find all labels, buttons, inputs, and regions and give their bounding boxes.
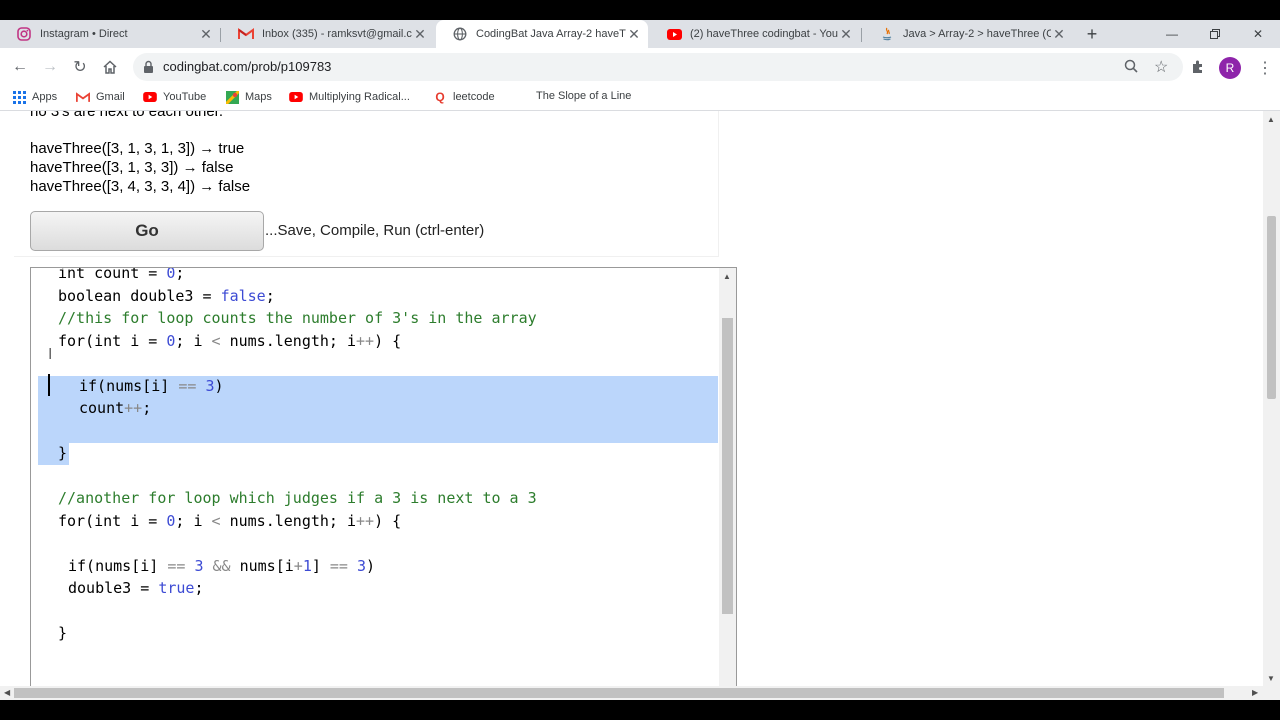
bookmark-label: The Slope of a Line [536,90,632,102]
scroll-up-icon[interactable]: ▲ [1267,115,1275,124]
code-line: for(int i = 0; i < nums.length; i++) { [58,332,402,350]
extensions-icon[interactable] [1191,59,1206,77]
leetcode-icon: Q [435,90,445,104]
bookmark-maps[interactable]: Maps [225,90,272,104]
page-vertical-scrollbar[interactable]: ▲ ▼ [1263,111,1280,686]
bookmark-leetcode[interactable]: Q leetcode [433,90,495,104]
code-line: if(nums[i] == 3) [79,377,224,395]
bookmark-youtube[interactable]: YouTube [143,90,206,104]
horizontal-scrollbar-thumb[interactable] [14,688,1224,698]
code-line: count++; [79,399,152,417]
close-icon[interactable]: ✕ [198,26,214,43]
gmail-icon [76,90,90,104]
back-icon[interactable]: ← [8,55,32,79]
bookmark-label: Maps [245,91,272,103]
code-comment: //this for loop counts the number of 3's… [58,309,537,327]
bookmark-label: Gmail [96,91,125,103]
tab-codingbat[interactable]: CodingBat Java Array-2 haveTh ✕ [436,20,648,48]
bookmark-label: leetcode [453,91,495,103]
bookmark-label: YouTube [163,91,207,103]
globe-icon [452,26,468,42]
example-line: haveThree([3, 4, 3, 3, 4]) → false [30,178,251,195]
bookmarks-bar: Apps Gmail YouTube Maps Multiplying Radi… [0,86,1280,111]
page-horizontal-scrollbar[interactable]: ◀ ▶ [0,686,1280,700]
close-icon[interactable]: ✕ [412,26,428,43]
page-scrollbar-thumb[interactable] [1267,216,1276,399]
gmail-icon [238,26,254,42]
code-comment: //another for loop which judges if a 3 i… [58,489,537,507]
screen-top-bar [0,0,1280,20]
editor-scrollbar[interactable]: ▲ [719,268,736,686]
close-icon[interactable]: ✕ [838,26,854,43]
new-tab-button[interactable]: + [1082,20,1102,48]
tab-instagram[interactable]: Instagram • Direct ✕ [0,20,220,48]
java-icon [879,26,895,42]
bookmark-label: Multiplying Radical... [309,91,410,103]
tab-gmail[interactable]: Inbox (335) - ramksvt@gmail.c ✕ [222,20,434,48]
tab-youtube[interactable]: (2) haveThree codingbat - YouT ✕ [650,20,860,48]
tab-label: Java > Array-2 > haveThree (C [903,28,1051,40]
close-icon[interactable]: ✕ [1051,26,1067,43]
scroll-down-icon[interactable]: ▼ [1267,674,1275,683]
instagram-icon [16,26,32,42]
page-content: no 3's are next to each other. haveThree… [0,111,1280,686]
tab-divider [861,28,862,42]
bookmark-gmail[interactable]: Gmail [76,90,125,104]
scroll-right-icon[interactable]: ▶ [1252,688,1258,697]
code-line: } [58,624,68,642]
minimize-icon[interactable]: — [1150,20,1194,48]
bookmark-apps[interactable]: Apps [12,90,57,104]
menu-kebab-icon[interactable]: ⋮ [1257,58,1273,78]
close-window-icon[interactable]: ✕ [1236,20,1280,48]
editor-scrollbar-thumb[interactable] [722,318,733,614]
text-cursor-icon: I [48,346,53,363]
forward-icon[interactable]: → [38,55,62,79]
example-line: haveThree([3, 1, 3, 3]) → false [30,159,234,176]
scroll-up-icon[interactable]: ▲ [723,272,731,281]
lock-icon [143,60,154,74]
home-icon[interactable] [98,55,122,79]
bookmark-multiplying-radicals[interactable]: Multiplying Radical... [289,90,410,104]
tab-label: (2) haveThree codingbat - YouT [690,28,838,40]
problem-description: no 3's are next to each other. [30,111,223,120]
close-icon[interactable]: ✕ [626,26,642,43]
bookmark-label: Apps [32,91,58,103]
reload-icon[interactable]: ↻ [68,55,92,79]
tab-java-solution[interactable]: Java > Array-2 > haveThree (C ✕ [863,20,1073,48]
address-bar[interactable]: codingbat.com/prob/p109783 ☆ [133,53,1183,81]
go-hint: ...Save, Compile, Run (ctrl-enter) [265,222,485,239]
restore-icon[interactable] [1193,20,1237,48]
tab-label: Instagram • Direct [40,28,128,40]
youtube-icon [289,90,303,104]
profile-avatar[interactable]: R [1219,57,1241,79]
tab-divider [220,28,221,42]
url-text: codingbat.com/prob/p109783 [163,59,332,74]
go-button[interactable]: Go [30,211,264,251]
zoom-icon[interactable] [1124,59,1138,76]
text-caret [48,374,50,396]
scroll-left-icon[interactable]: ◀ [4,688,10,697]
tab-label: Inbox (335) - ramksvt@gmail.c [262,28,412,40]
bookmark-star-icon[interactable]: ☆ [1154,57,1168,77]
code-line: } [58,444,68,462]
apps-grid-icon [12,90,26,104]
code-line: double3 = true; [68,579,204,597]
youtube-icon [143,90,157,104]
code-line: if(nums[i] == 3 && nums[i+1] == 3) [68,557,376,575]
tab-label: CodingBat Java Array-2 haveTh [476,28,626,40]
maps-icon [225,90,239,104]
code-editor[interactable]: int count = 0; boolean double3 = false; … [30,267,737,686]
screen-bottom-bar [0,700,1280,720]
youtube-icon [666,26,682,42]
code-line: boolean double3 = false; [58,287,275,305]
code-line: int count = 0; [58,267,185,282]
bookmark-slope-of-a-line[interactable]: The Slope of a Line [536,90,631,102]
code-line: for(int i = 0; i < nums.length; i++) { [58,512,402,530]
example-line: haveThree([3, 1, 3, 1, 3]) → true [30,140,245,157]
